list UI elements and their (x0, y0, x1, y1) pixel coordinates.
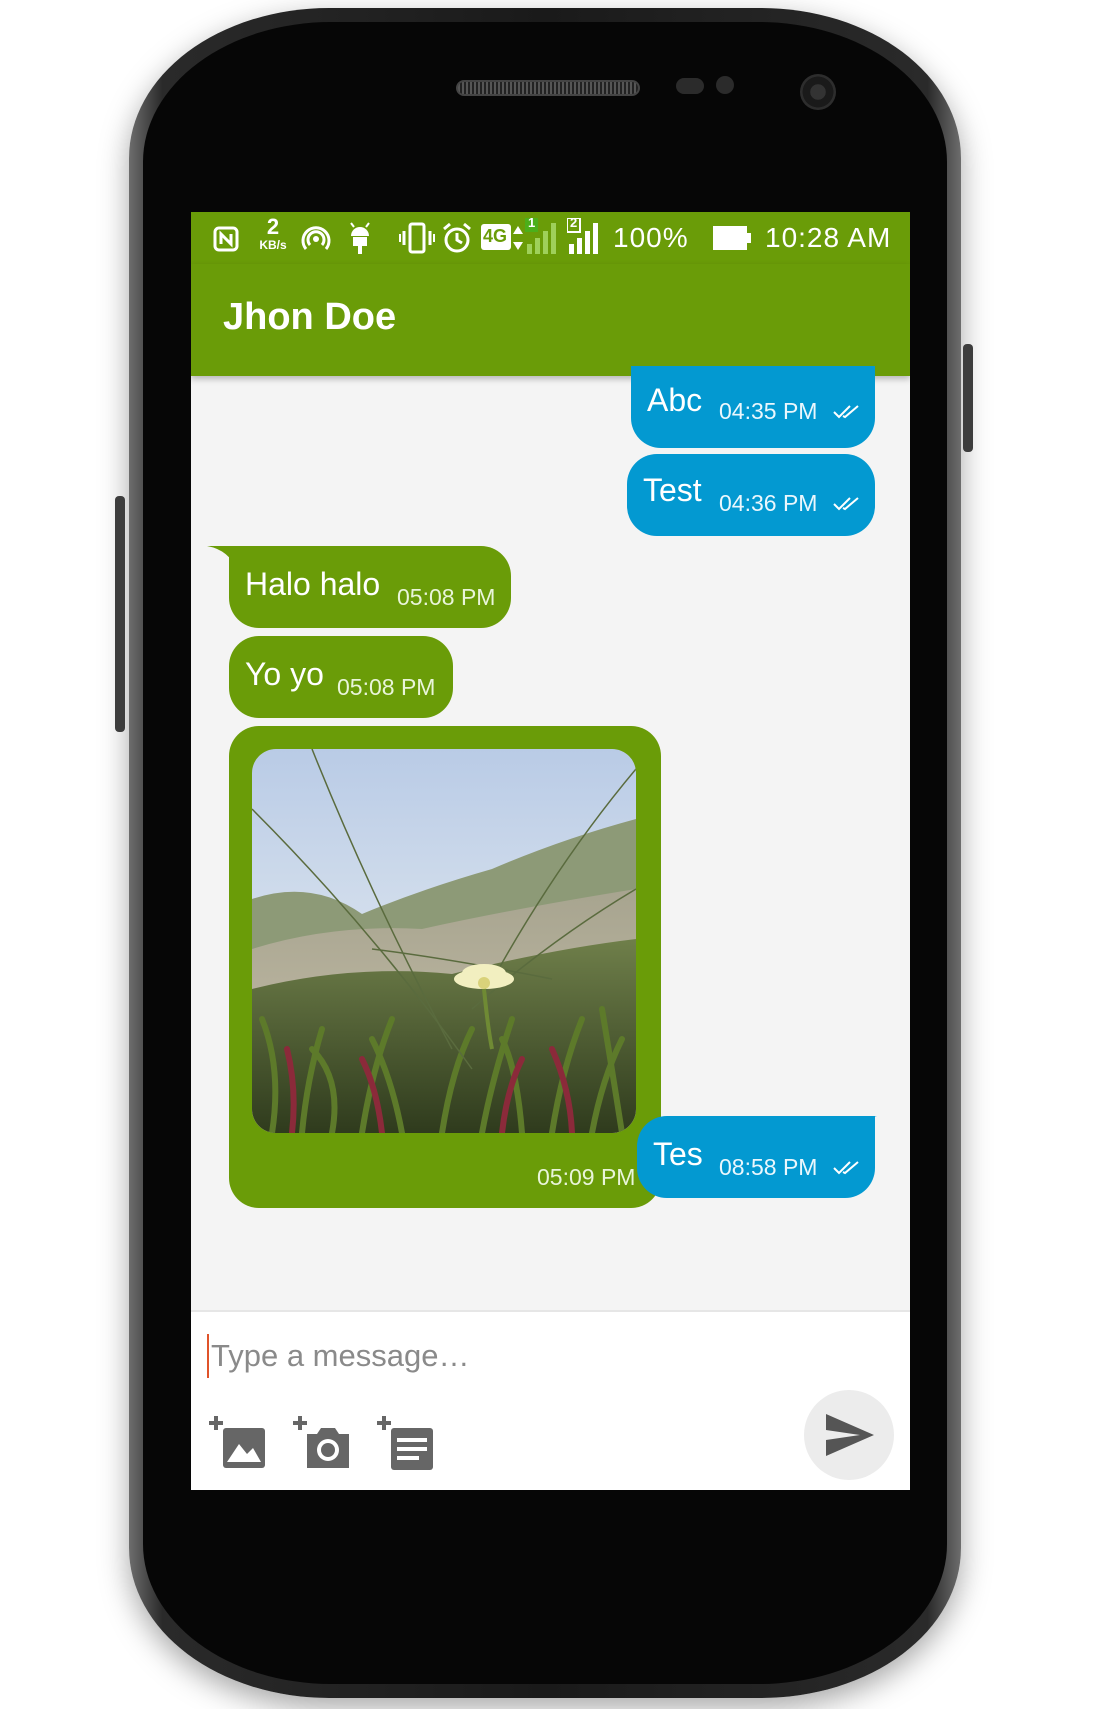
clock: 10:28 AM (765, 222, 892, 253)
message-input[interactable] (207, 1334, 771, 1378)
message-composer (191, 1310, 910, 1490)
vibrate-icon (399, 222, 435, 254)
message-time: 04:35 PM (719, 398, 818, 424)
incoming-message[interactable]: Halo halo 05:08 PM (229, 546, 511, 628)
nfc-icon (213, 226, 239, 252)
status-bar: 2 KB/s 4G 1 2 100% 10:28 AM (191, 212, 910, 264)
light-sensor (716, 76, 734, 94)
contact-name[interactable]: Jhon Doe (223, 296, 396, 339)
proximity-sensor (676, 78, 704, 94)
incoming-image-message[interactable]: 05:09 PM (229, 726, 661, 1208)
message-text: Halo halo (245, 566, 381, 602)
hotspot-icon (301, 226, 331, 250)
app-screen: 2 KB/s 4G 1 2 100% 10:28 AM Jhon Doe Abc… (191, 212, 910, 1490)
send-button[interactable] (804, 1390, 894, 1480)
earpiece-speaker (456, 80, 640, 96)
add-image-icon[interactable] (209, 1414, 269, 1474)
message-text: Test (643, 472, 702, 508)
delivered-ticks-icon (833, 1161, 859, 1175)
message-text: Abc (647, 382, 703, 418)
battery-percent: 100% (613, 222, 689, 253)
app-bar: Jhon Doe (191, 264, 910, 376)
message-list[interactable]: Abc 04:35 PM Test 04:36 PM Halo halo 05:… (191, 366, 910, 1310)
delivered-ticks-icon (833, 497, 859, 511)
data-arrows-icon (513, 226, 523, 250)
sim1-label: 1 (528, 215, 536, 230)
message-time: 08:58 PM (719, 1154, 818, 1180)
message-time: 05:08 PM (397, 584, 496, 610)
add-camera-icon[interactable] (293, 1414, 353, 1474)
flower-in-grass-photo[interactable] (252, 749, 636, 1133)
photo-illustration (252, 749, 636, 1133)
front-camera (800, 74, 836, 110)
send-icon (826, 1414, 874, 1456)
data-speed-icon: 2 KB/s (255, 216, 291, 260)
volume-button (115, 496, 125, 732)
incoming-message[interactable]: Yo yo 05:08 PM (229, 636, 453, 718)
data-speed-value: 2 (266, 214, 280, 239)
message-time: 05:09 PM (537, 1164, 636, 1190)
delivered-ticks-icon (833, 405, 859, 419)
outgoing-message[interactable]: Abc 04:35 PM (631, 366, 875, 448)
network-type-label: 4G (483, 226, 508, 246)
message-text: Yo yo (245, 656, 324, 692)
network-4g-icon: 4G (481, 224, 511, 250)
message-time: 04:36 PM (719, 490, 818, 516)
data-speed-unit: KB/s (259, 238, 287, 252)
add-document-icon[interactable] (377, 1414, 437, 1474)
message-text: Tes (653, 1136, 703, 1172)
message-time: 05:08 PM (337, 674, 436, 700)
battery-icon (713, 226, 751, 250)
sim2-label: 2 (570, 215, 578, 230)
android-debug-icon (350, 222, 370, 254)
outgoing-message[interactable]: Test 04:36 PM (627, 454, 875, 536)
alarm-icon (443, 222, 471, 253)
power-button (963, 344, 973, 452)
outgoing-message[interactable]: Tes 08:58 PM (637, 1116, 875, 1198)
